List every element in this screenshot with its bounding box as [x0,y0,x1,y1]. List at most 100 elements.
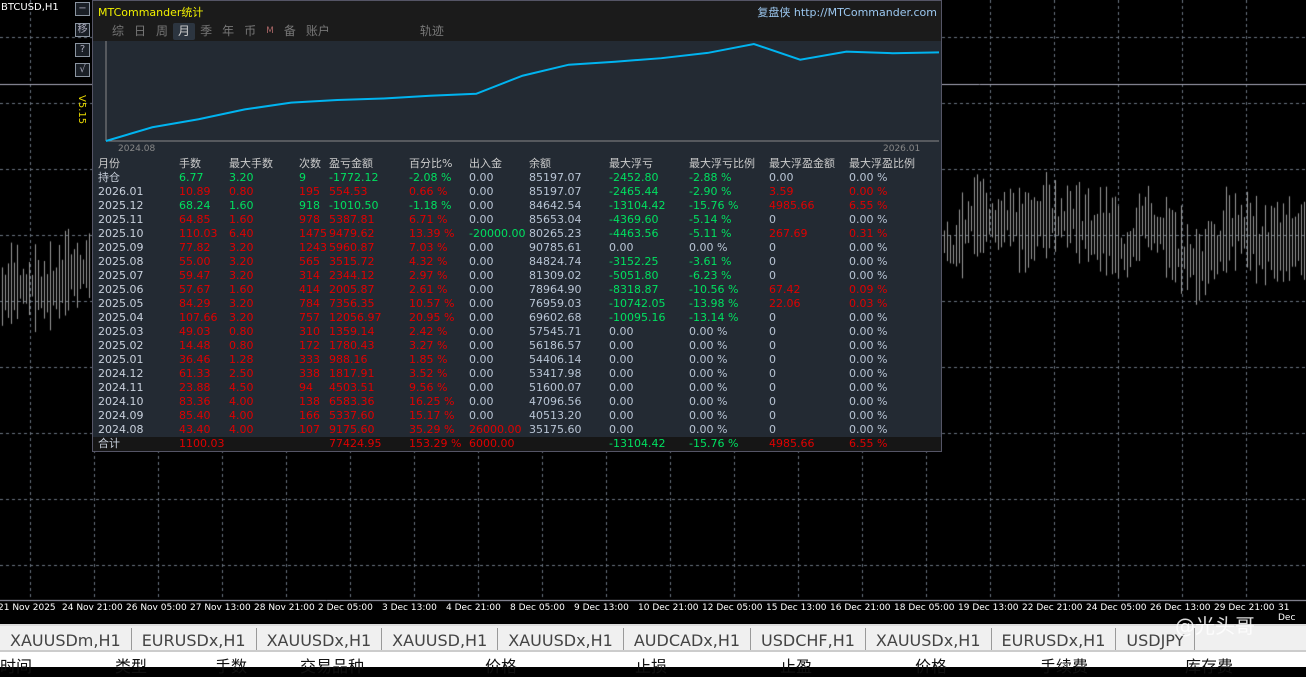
cell: 3515.72 [329,255,375,268]
tab-6[interactable]: 币 [239,23,261,40]
tab-5[interactable]: 年 [217,23,239,40]
trade-column-header[interactable]: 库存费 [1185,653,1233,677]
cell: -1.18 % [409,199,452,212]
cell: 0.00 % [849,171,888,184]
cell: 0 [769,241,776,254]
cell: 267.69 [769,227,808,240]
cell: 0.80 [229,339,254,352]
minimize-button[interactable]: − [75,2,90,16]
cell: 0.00 % [849,381,888,394]
cell: 0 [769,311,776,324]
cell: 0.00 [469,367,494,380]
version-label: V5.15 [76,95,87,125]
time-label: 15 Dec 13:00 [766,603,827,613]
cell: 2024.12 [98,367,144,380]
cell: 978 [299,213,320,226]
table-row: 2026.01 10.89 0.80 195 554.53 0.66 % 0.00 85197… [93,185,941,199]
cell: 40513.20 [529,409,582,422]
cell: 0.00 [469,185,494,198]
cell: 4.32 % [409,255,448,268]
cell: 0.00 % [849,255,888,268]
table-row: 2025.02 14.48 0.80 172 1780.43 3.27 % 0.00 5618… [93,339,941,353]
cell: 61.33 [179,367,211,380]
cell: 1.85 % [409,353,448,366]
cell: -2.08 % [409,171,452,184]
cell: 36.46 [179,353,211,366]
cell: 2025.11 [98,213,144,226]
tab-8[interactable]: 备 [279,23,301,40]
trade-column-header[interactable]: 止盈 [780,653,812,677]
chart-tab[interactable]: EURUSDx,H1 [132,628,257,650]
chart-tab[interactable]: XAUUSDx,H1 [866,628,992,650]
cell: 0.00 % [849,423,888,436]
trade-column-header[interactable]: 价格 [485,653,517,677]
cell: -20000.00 [469,227,526,240]
cell: 5387.81 [329,213,375,226]
cell: 57.67 [179,283,211,296]
trade-column-header[interactable]: 止损 [635,653,667,677]
time-label: 2 Dec 05:00 [318,603,373,613]
cell: 0.00 [469,283,494,296]
help-button[interactable]: ? [75,43,90,57]
tab-1[interactable]: 日 [129,23,151,40]
trade-column-header[interactable]: 交易品种 [300,653,364,677]
cell: 3.59 [769,185,794,198]
chart-tab[interactable]: XAUUSDm,H1 [0,628,132,650]
time-label: 24 Dec 05:00 [1086,603,1147,613]
cell: 15.17 % [409,409,455,422]
cell: 最大浮盈金额 [769,157,835,170]
tab-2[interactable]: 周 [151,23,173,40]
trade-column-header[interactable]: 价格 [915,653,947,677]
trade-column-header[interactable]: 类型 [115,653,147,677]
cell: 2025.04 [98,311,144,324]
x-start-label: 2024.08 [118,144,155,154]
tab-9[interactable]: 账户 [301,23,335,40]
tab-10[interactable]: 轨迹 [415,23,449,40]
chart-tab[interactable]: AUDCADx,H1 [624,628,752,650]
time-label: 27 Nov 13:00 [190,603,251,613]
cell: 554.53 [329,185,368,198]
chart-tab[interactable]: XAUUSD,H1 [382,628,499,650]
cell: -2452.80 [609,171,659,184]
cell: 0.00 [469,339,494,352]
cell: -4369.60 [609,213,659,226]
tab-0[interactable]: 综 [107,23,129,40]
cell: 0 [769,255,776,268]
cell: 1817.91 [329,367,375,380]
cell: 0.00 % [849,395,888,408]
trade-column-header[interactable]: 时间 [0,653,32,677]
table-row: 2025.07 59.47 3.20 314 2344.12 2.97 % 0.00 8130… [93,269,941,283]
tab-3[interactable]: 月 [173,23,196,40]
chart-tab[interactable]: XAUUSDx,H1 [257,628,383,650]
time-label: 26 Nov 05:00 [126,603,187,613]
brand-link[interactable]: 复盘侠 http://MTCommander.com [757,4,937,20]
confirm-button[interactable]: √ [75,63,90,77]
tab-4[interactable]: 季 [195,23,217,40]
cell: 784 [299,297,320,310]
cell: 2025.08 [98,255,144,268]
cell: 76959.03 [529,297,582,310]
table-row: 2025.06 57.67 1.60 414 2005.87 2.61 % 0.00 7896… [93,283,941,297]
cell: 0.00 [609,339,634,352]
cell: 2025.12 [98,199,144,212]
cell: 4985.66 [769,199,815,212]
trade-column-header[interactable]: 手数 [215,653,247,677]
cell: 1100.03 [179,437,225,450]
cell: 3.20 [229,269,254,282]
chart-tab[interactable]: XAUUSDx,H1 [498,628,624,650]
cell: 6.77 [179,171,204,184]
cell: 94 [299,381,313,394]
move-button[interactable]: 移 [75,23,90,37]
cell: 1243 [299,241,327,254]
cell: 盈亏金额 [329,157,373,170]
cell: 77.82 [179,241,211,254]
tab-7[interactable]: M [261,23,279,40]
cell: 出入金 [469,157,502,170]
chart-tab[interactable]: EURUSDx,H1 [992,628,1117,650]
chart-tab[interactable]: USDCHF,H1 [751,628,866,650]
cell: 0.00 % [849,311,888,324]
cell: 49.03 [179,325,211,338]
cell: 9479.62 [329,227,375,240]
trade-column-header[interactable]: 手续费 [1040,653,1088,677]
chart-symbol-label: BTCUSD,H1 [1,2,59,13]
